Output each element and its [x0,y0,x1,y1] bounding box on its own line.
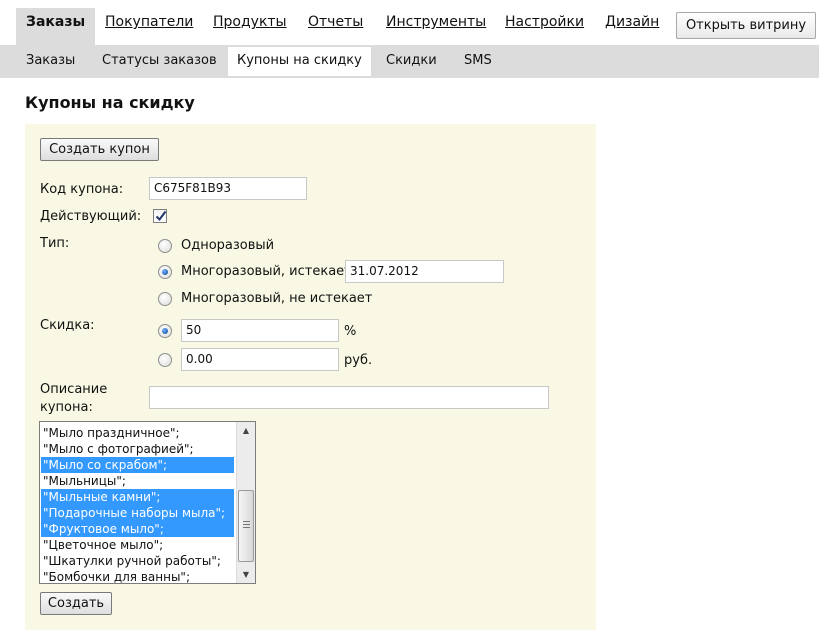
type-single-use-label: Одноразовый [181,238,275,253]
top-tab-orders[interactable]: Заказы [16,8,96,45]
type-multi-nonexpiring-label: Многоразовый, не истекает [181,291,373,306]
list-item[interactable]: "Мыло со скрабом"; [41,457,234,473]
discount-percent-input[interactable]: 50 [181,319,339,342]
sub-tab-coupons[interactable]: Купоны на скидку [228,47,371,76]
top-navigation: Заказы Покупатели Продукты Отчеты Инстру… [0,0,819,45]
scroll-down-arrow-icon[interactable]: ▼ [237,566,255,583]
type-single-use-radio[interactable] [158,239,172,253]
page-title: Купоны на скидку [25,93,195,112]
categories-listbox[interactable]: "Мыло праздничное"; "Мыло с фотографией"… [39,421,256,584]
open-store-button[interactable]: Открыть витрину [676,12,816,39]
discount-percent-radio[interactable] [158,324,172,338]
sub-tab-orders[interactable]: Заказы [26,53,75,68]
list-item[interactable]: "Мыло с фотографией"; [41,441,234,457]
active-label: Действующий: [40,209,142,224]
submit-create-button[interactable]: Создать [40,592,112,615]
scrollbar-thumb[interactable] [238,490,254,562]
coupon-code-label: Код купона: [40,182,124,197]
listbox-scrollbar[interactable]: ▲ ▼ [236,422,255,583]
type-label: Тип: [40,236,70,251]
active-checkbox[interactable] [153,209,167,223]
type-multi-nonexpiring-radio[interactable] [158,292,172,306]
list-item[interactable]: "Подарочные наборы мыла"; [41,505,234,521]
top-tab-products[interactable]: Продукты [213,14,287,30]
list-item[interactable]: "Шкатулки ручной работы"; [41,553,234,569]
top-tab-settings[interactable]: Настройки [505,14,584,30]
discount-amount-input[interactable]: 0.00 [181,348,339,371]
top-tab-reports[interactable]: Отчеты [308,14,363,30]
sub-tab-order-statuses[interactable]: Статусы заказов [102,53,217,68]
create-coupon-button[interactable]: Создать купон [40,138,159,161]
description-label-line2: купона: [40,400,93,415]
description-input[interactable] [149,386,549,409]
discount-percent-unit: % [344,324,357,339]
coupon-code-input[interactable]: C675F81B93 [149,177,307,200]
discount-amount-radio[interactable] [158,353,172,367]
list-item[interactable]: "Цветочное мыло"; [41,537,234,553]
list-item[interactable]: "Мыло праздничное"; [41,425,234,441]
list-item[interactable]: "Бомбочки для ванны"; [41,569,234,583]
description-label-line1: Описание [40,382,108,397]
top-tab-customers[interactable]: Покупатели [105,14,193,30]
list-item[interactable]: "Мыльные камни"; [41,489,234,505]
grip-line [243,524,250,525]
checkmark-icon [155,210,167,222]
top-tab-tools[interactable]: Инструменты [386,14,486,30]
grip-line [243,527,250,528]
sub-navigation: Заказы Статусы заказов Купоны на скидку … [0,45,819,78]
list-item[interactable]: "Мыльницы"; [41,473,234,489]
type-multi-expiring-label: Многоразовый, истекает [181,264,352,279]
expiration-date-input[interactable]: 31.07.2012 [345,260,504,283]
grip-line [243,521,250,522]
discount-label: Скидка: [40,318,95,333]
sub-tab-sms[interactable]: SMS [464,53,492,68]
top-tab-design[interactable]: Дизайн [605,14,659,30]
sub-tab-discounts[interactable]: Скидки [386,53,437,68]
scroll-up-arrow-icon[interactable]: ▲ [237,422,255,439]
discount-amount-unit: руб. [344,353,373,368]
list-item[interactable]: "Фруктовое мыло"; [41,521,234,537]
type-multi-expiring-radio[interactable] [158,265,172,279]
